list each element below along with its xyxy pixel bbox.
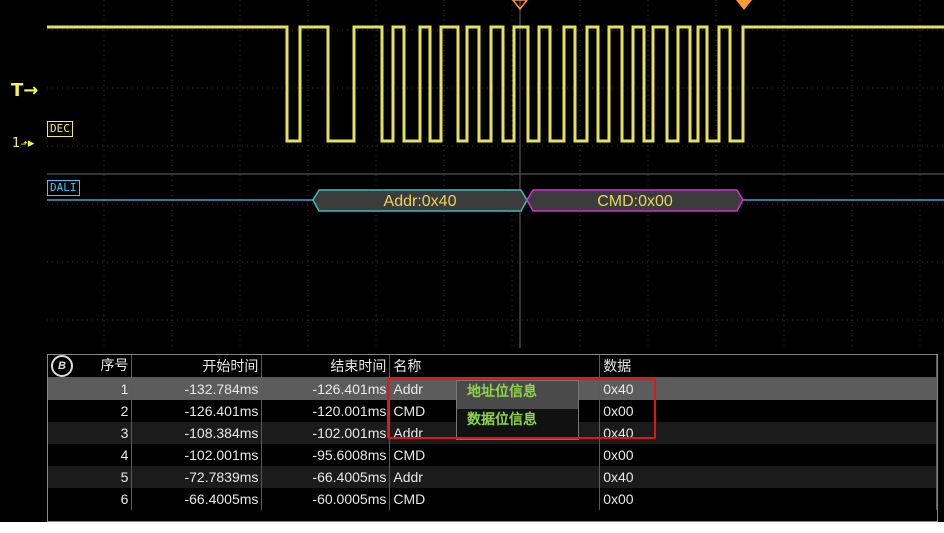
row-index: 1 [48, 377, 133, 400]
row-index: 3 [48, 422, 133, 444]
table-row[interactable]: 6 -66.4005ms -60.0005ms CMD 0x00 [48, 488, 937, 510]
row-data: 0x00 [599, 488, 937, 510]
row-start-time: -72.7839ms [131, 466, 263, 488]
row-end-time: -60.0005ms [261, 488, 391, 510]
ch1-waveform [47, 25, 944, 143]
row-end-time: -120.001ms [261, 400, 391, 422]
dali-label: DALI [47, 180, 80, 196]
bottom-margin [0, 522, 944, 533]
row-end-time: -95.6008ms [261, 444, 391, 466]
waveform-graticule: Addr:0x40 CMD:0x00 [47, 0, 944, 348]
col-name-header: 名称 [389, 355, 601, 378]
col-index-header: 序号 [100, 357, 129, 373]
cursor-position-marker [736, 0, 752, 10]
channel-label-strip: T→ 1⬏▸ [0, 0, 47, 533]
oscilloscope-screen: T→ 1⬏▸ Addr:0x40 CMD:0x00 DEC DALI B 序号 … [0, 0, 944, 533]
table-header: B 序号 开始时间 结束时间 名称 数据 [48, 355, 937, 378]
col-data-header: 数据 [599, 355, 937, 378]
row-start-time: -102.001ms [131, 444, 263, 466]
highlight-annotation-box [387, 378, 656, 439]
row-start-time: -126.401ms [131, 400, 263, 422]
trigger-level-marker[interactable]: T→ [11, 80, 38, 101]
row-data: 0x40 [599, 466, 937, 488]
addr-packet-label: Addr:0x40 [384, 193, 457, 210]
table-row[interactable]: 5 -72.7839ms -66.4005ms Addr 0x40 [48, 466, 937, 488]
col-end-header: 结束时间 [261, 355, 391, 378]
row-start-time: -132.784ms [131, 377, 263, 400]
row-start-time: -66.4005ms [131, 488, 263, 510]
row-index: 4 [48, 444, 133, 466]
dec-label: DEC [47, 121, 73, 137]
row-index: 6 [48, 488, 133, 510]
row-end-time: -102.001ms [261, 422, 391, 444]
row-index: 2 [48, 400, 133, 422]
table-row[interactable]: 4 -102.001ms -95.6008ms CMD 0x00 [48, 444, 937, 466]
row-end-time: -66.4005ms [261, 466, 391, 488]
cmd-packet-label: CMD:0x00 [597, 193, 673, 210]
col-start-header: 开始时间 [131, 355, 263, 378]
waveform-display[interactable]: Addr:0x40 CMD:0x00 DEC DALI [47, 0, 944, 348]
row-name: Addr [389, 466, 601, 488]
row-name: CMD [389, 444, 601, 466]
row-index: 5 [48, 466, 133, 488]
ch1-offset-marker[interactable]: 1⬏▸ [12, 136, 34, 151]
row-end-time: -126.401ms [261, 377, 391, 400]
bus-b-icon[interactable]: B [51, 355, 73, 377]
row-start-time: -108.384ms [131, 422, 263, 444]
row-name: CMD [389, 488, 601, 510]
row-data: 0x00 [599, 444, 937, 466]
